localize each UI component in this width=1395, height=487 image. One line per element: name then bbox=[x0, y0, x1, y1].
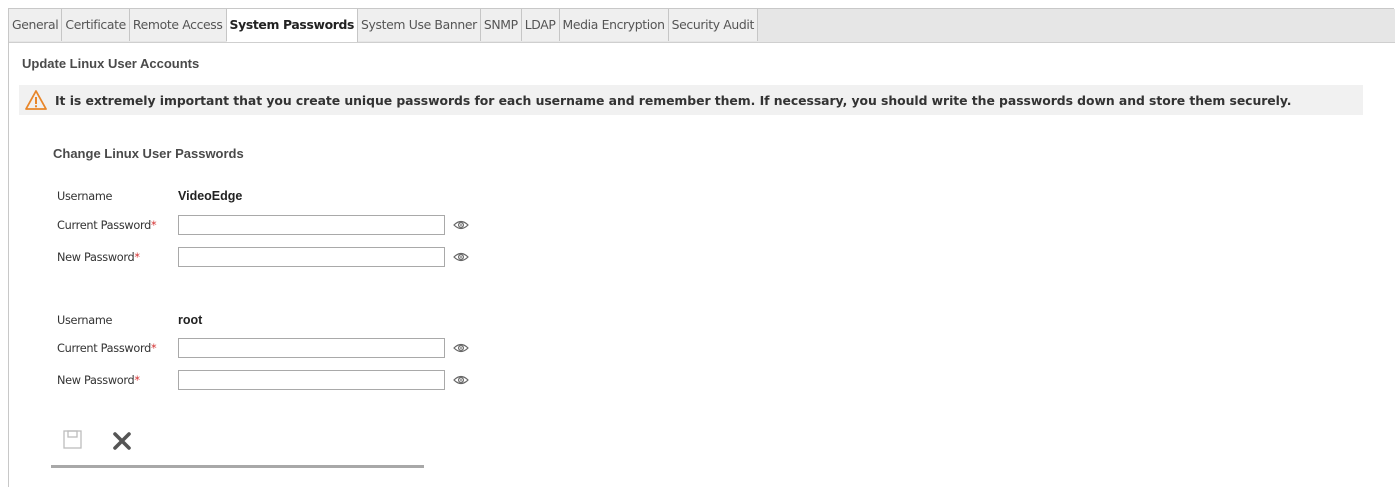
required-marker: * bbox=[134, 250, 140, 264]
current-password-label: Current Password* bbox=[57, 341, 157, 355]
tab-snmp[interactable]: SNMP bbox=[480, 9, 522, 41]
tab-system-use-banner[interactable]: System Use Banner bbox=[358, 9, 481, 41]
tab-general[interactable]: General bbox=[9, 9, 63, 41]
eye-icon[interactable] bbox=[453, 374, 469, 386]
eye-icon[interactable] bbox=[453, 251, 469, 263]
required-marker: * bbox=[134, 373, 140, 387]
new-password-field[interactable] bbox=[178, 247, 445, 267]
new-password-label: New Password* bbox=[57, 250, 140, 264]
tab-certificate[interactable]: Certificate bbox=[62, 9, 130, 41]
tab-media-encryption[interactable]: Media Encryption bbox=[559, 9, 669, 41]
tab-system-passwords[interactable]: System Passwords bbox=[226, 9, 359, 42]
new-password-row: New Password* bbox=[57, 245, 469, 269]
required-marker: * bbox=[151, 341, 157, 355]
username-value: VideoEdge bbox=[178, 189, 243, 203]
current-password-row: Current Password* bbox=[57, 213, 469, 237]
save-icon[interactable] bbox=[63, 430, 82, 449]
account-username-row: Username root bbox=[57, 308, 202, 332]
username-label: Username bbox=[57, 313, 113, 327]
eye-icon[interactable] bbox=[453, 219, 469, 231]
new-password-field[interactable] bbox=[178, 370, 445, 390]
warning-banner: It is extremely important that you creat… bbox=[19, 85, 1363, 115]
new-password-label: New Password* bbox=[57, 373, 140, 387]
current-password-field[interactable] bbox=[178, 215, 445, 235]
warning-triangle-icon bbox=[25, 90, 47, 110]
current-password-field[interactable] bbox=[178, 338, 445, 358]
new-password-row: New Password* bbox=[57, 368, 469, 392]
tab-ldap[interactable]: LDAP bbox=[521, 9, 560, 41]
form-subtitle: Change Linux User Passwords bbox=[53, 146, 244, 161]
tab-security-audit[interactable]: Security Audit bbox=[668, 9, 759, 41]
eye-icon[interactable] bbox=[453, 342, 469, 354]
warning-text: It is extremely important that you creat… bbox=[55, 92, 1292, 108]
divider bbox=[51, 465, 424, 468]
tab-bar: General Certificate Remote Access System… bbox=[9, 9, 1395, 43]
required-marker: * bbox=[151, 218, 157, 232]
current-password-label: Current Password* bbox=[57, 218, 157, 232]
account-username-row: Username VideoEdge bbox=[57, 184, 242, 208]
close-icon[interactable] bbox=[112, 431, 132, 451]
username-label: Username bbox=[57, 189, 113, 203]
tab-remote-access[interactable]: Remote Access bbox=[129, 9, 227, 41]
section-title: Update Linux User Accounts bbox=[22, 56, 200, 71]
current-password-row: Current Password* bbox=[57, 336, 469, 360]
username-value: root bbox=[178, 313, 203, 327]
